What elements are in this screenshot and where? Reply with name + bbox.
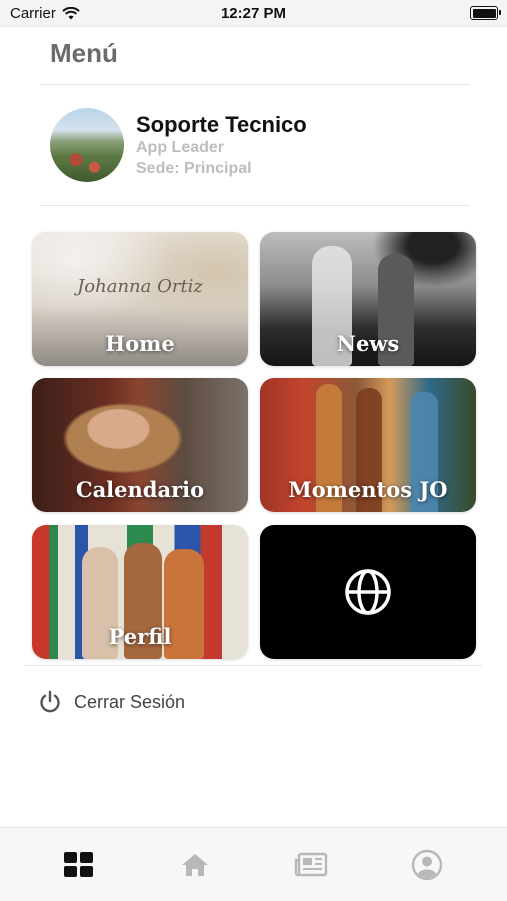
tile-momentos[interactable]: Momentos JO [260,378,476,512]
logout-label: Cerrar Sesión [74,691,186,712]
status-bar: Carrier 12:27 PM [0,0,507,27]
divider [40,205,470,206]
tile-web[interactable] [260,525,476,659]
profile-role: App Leader [136,139,225,156]
tile-perfil[interactable]: Perfil [32,525,248,659]
page-title: Menú [50,38,118,68]
tab-news[interactable] [294,848,328,882]
tab-profile[interactable] [410,848,444,882]
tile-calendario[interactable]: Calendario [32,378,248,512]
tab-menu[interactable] [62,848,96,882]
clock: 12:27 PM [220,5,287,22]
tile-perfil-label: Perfil [108,624,172,649]
tile-news-label: News [336,331,400,356]
user-circle-icon [411,849,443,881]
tile-home-label: Home [105,331,175,356]
divider [25,665,482,666]
avatar[interactable] [50,108,124,182]
tile-home[interactable]: Johanna Ortiz Home [32,232,248,366]
tile-momentos-label: Momentos JO [288,477,448,502]
tile-news[interactable]: News [260,232,476,366]
grid-icon [64,852,93,877]
brand-signature: Johanna Ortiz [77,276,203,297]
tile-calendario-label: Calendario [75,477,205,502]
newspaper-icon [294,852,328,877]
globe-icon [345,569,391,615]
profile-site: Sede: Principal [136,160,252,177]
logout-button[interactable]: Cerrar Sesión [38,690,185,714]
home-icon [182,854,208,876]
profile-name: Soporte Tecnico [136,112,307,137]
tab-bar [0,827,507,901]
battery-icon [470,6,501,20]
divider [40,84,470,85]
tab-home[interactable] [178,848,212,882]
power-icon [40,690,60,713]
